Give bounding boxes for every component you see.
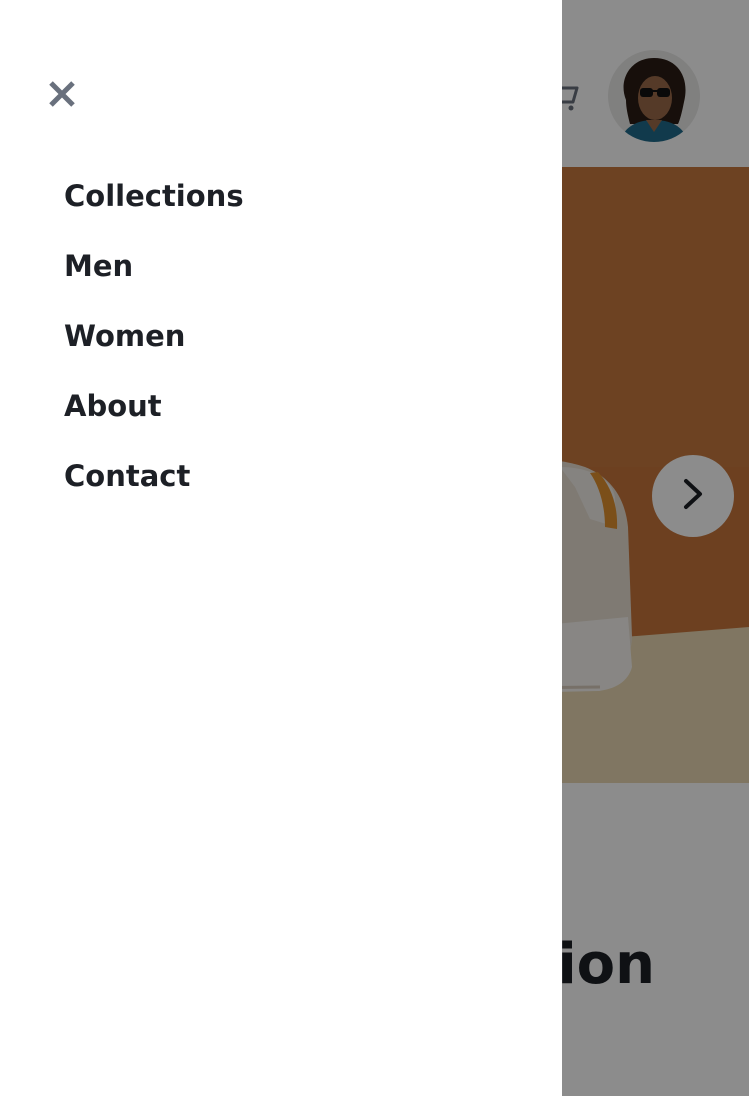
close-menu-button[interactable] — [44, 78, 80, 114]
nav-item-women[interactable]: Women — [64, 312, 244, 382]
mobile-nav-drawer: Collections Men Women About Contact — [0, 0, 562, 1096]
nav-item-men[interactable]: Men — [64, 242, 244, 312]
nav-list: Collections Men Women About Contact — [64, 172, 244, 522]
close-icon — [47, 79, 77, 113]
nav-item-about[interactable]: About — [64, 382, 244, 452]
nav-item-collections[interactable]: Collections — [64, 172, 244, 242]
nav-item-contact[interactable]: Contact — [64, 452, 244, 522]
